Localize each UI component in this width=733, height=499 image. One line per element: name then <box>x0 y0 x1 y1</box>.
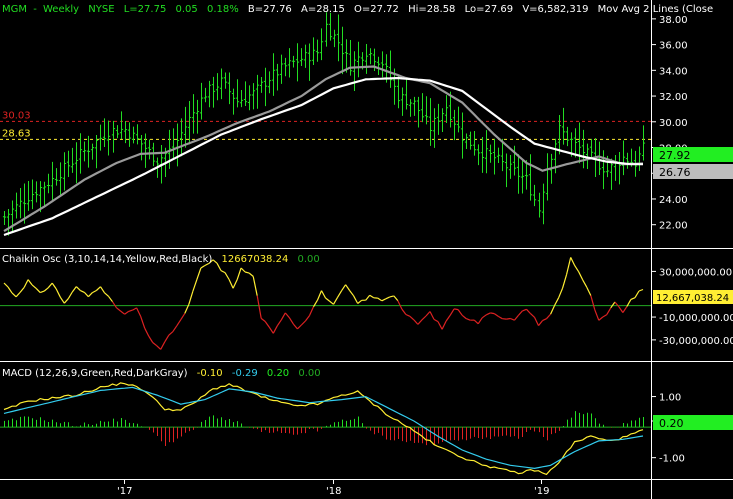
y-tick-label: -1.00 <box>659 454 685 465</box>
header-study: Mov Avg 2 Lines (Close <box>598 4 713 15</box>
macd-value-3: 0.20 <box>267 368 289 379</box>
chaikin-header: Chaikin Osc (3,10,14,14,Yellow,Red,Black… <box>2 254 320 265</box>
header-open: O=27.72 <box>354 4 399 15</box>
macd-label: MACD (12,26,9,Green,Red,DarkGray) <box>2 368 188 379</box>
header-low: Lo=27.69 <box>465 4 514 15</box>
last-price-tag-text: 27.92 <box>659 149 691 162</box>
header-symbol: MGM <box>2 4 27 15</box>
y-tick-label: 36.00 <box>659 41 688 52</box>
chaikin-value-tag-text: 12,667,038.24 <box>656 293 729 304</box>
chaikin-segment <box>490 312 495 315</box>
header-last: L=27.75 <box>124 4 167 15</box>
header-exchange: NYSE <box>88 4 114 15</box>
y-tick-label: 34.00 <box>659 66 688 77</box>
header-change: 0.05 <box>176 4 198 15</box>
x-label-2017: '17 <box>117 486 132 497</box>
header-change-pct: 0.18% <box>207 4 239 15</box>
chaikin-value: 12667038.24 <box>222 254 289 265</box>
average-price-tag-text: 26.76 <box>659 166 691 179</box>
macd-value-1: -0.10 <box>197 368 223 379</box>
quote-header: MGM - Weekly NYSE L=27.75 0.05 0.18% B=2… <box>2 4 713 15</box>
chaikin-label: Chaikin Osc (3,10,14,14,Yellow,Red,Black… <box>2 254 212 265</box>
red-reference-label: 30.03 <box>2 110 31 121</box>
stock-chart: 30.03 28.63 38.0036.0034.0032.0030.0028.… <box>0 0 733 499</box>
y-tick-label: -30,000,000.00 <box>659 336 733 347</box>
header-ask: A=28.15 <box>301 4 345 15</box>
x-label-2018: '18 <box>326 486 341 497</box>
header-high: Hi=28.58 <box>408 4 455 15</box>
header-period: - <box>33 4 37 15</box>
y-tick-label: 30,000,000.00 <box>659 267 732 278</box>
header-period-text: Weekly <box>43 4 79 15</box>
y-tick-label: 24.00 <box>659 195 688 206</box>
chaikin-segment <box>506 317 511 320</box>
header-volume: V=6,582,319 <box>522 4 588 15</box>
macd-value-2: -0.29 <box>232 368 258 379</box>
y-tick-label: -10,000,000.00 <box>659 313 733 324</box>
macd-value-4: 0.00 <box>298 368 320 379</box>
y-tick-label: 30.00 <box>659 118 688 129</box>
macd-header: MACD (12,26,9,Green,Red,DarkGray) -0.10 … <box>2 368 321 379</box>
header-bid: B=27.76 <box>248 4 292 15</box>
y-tick-label: 22.00 <box>659 221 688 232</box>
yellow-reference-label: 28.63 <box>2 128 31 139</box>
macd-value-tag-text: 0.20 <box>659 417 684 430</box>
chaikin-zero-value: 0.00 <box>298 254 320 265</box>
y-tick-label: 1.00 <box>659 393 681 404</box>
chaikin-segment <box>453 308 459 311</box>
x-label-2019: '19 <box>534 486 549 497</box>
y-tick-label: 38.00 <box>659 15 688 26</box>
y-tick-label: 32.00 <box>659 92 688 103</box>
